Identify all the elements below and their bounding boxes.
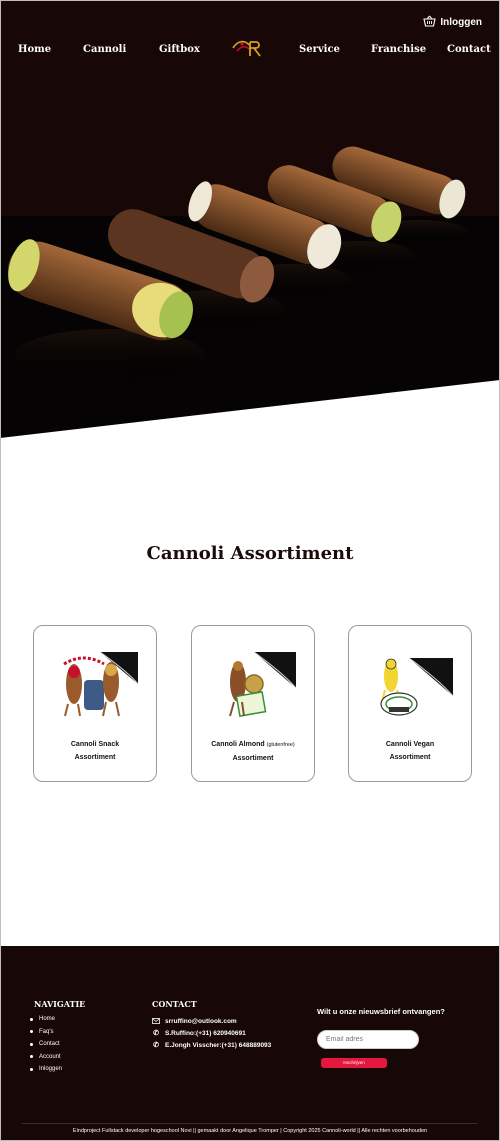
card-note: (glutenfree)	[266, 742, 295, 748]
footer-divider	[22, 1123, 478, 1124]
page-title: Cannoli Assortiment	[146, 543, 354, 564]
contact-phone-2-text: E.Jongh Visscher:(+31) 648889093	[165, 1041, 272, 1049]
card-subtitle: Assortiment	[232, 755, 274, 762]
nav-cannoli[interactable]: Cannoli	[83, 44, 126, 55]
footer-nav-title: NAVIGATIE	[34, 999, 86, 1009]
phone-icon: ✆	[153, 1030, 159, 1037]
footer-nav-login[interactable]: Inloggen	[30, 1063, 62, 1076]
footer-nav-account[interactable]: Account	[30, 1051, 62, 1064]
nav-giftbox[interactable]: Giftbox	[159, 44, 200, 55]
nav-contact[interactable]: Contact	[447, 44, 491, 55]
footer-nav-home[interactable]: Home	[30, 1013, 62, 1026]
footer: NAVIGATIE Home Faq's Contact Account Inl…	[0, 946, 500, 1141]
card-subtitle: Assortiment	[389, 754, 431, 761]
basket-icon	[423, 15, 437, 30]
copyright-text: Eindproject Fullstack developer hogescho…	[72, 1128, 428, 1134]
mail-icon	[152, 1017, 160, 1025]
login-label: Inloggen	[440, 17, 482, 28]
card-label-almond: Cannoli Almond (glutenfree) Assortiment	[196, 738, 310, 765]
nav-service[interactable]: Service	[299, 44, 340, 55]
card-title: Cannoli Snack	[70, 741, 120, 748]
contact-phone-1[interactable]: ✆ S.Ruffino:(+31) 620940691	[152, 1029, 246, 1038]
phone-icon: ✆	[153, 1042, 159, 1049]
card-title: Cannoli Vegan	[385, 741, 435, 748]
contact-email[interactable]: srruffino@outlook.com	[152, 1017, 237, 1025]
hero-cannoli-image	[7, 146, 468, 381]
card-subtitle: Assortiment	[74, 754, 116, 761]
logo[interactable]	[230, 36, 266, 60]
newsletter-email-input[interactable]	[317, 1030, 419, 1049]
hero-header: Inloggen Home Cannoli Giftbox Service Fr…	[0, 0, 500, 440]
cannoli-snack-image	[63, 652, 138, 717]
product-card-vegan[interactable]: Cannoli Vegan Assortiment	[348, 625, 472, 782]
login-link[interactable]: Inloggen	[423, 15, 482, 30]
footer-nav-contact[interactable]: Contact	[30, 1038, 62, 1051]
nav-home[interactable]: Home	[18, 44, 51, 55]
contact-phone-2[interactable]: ✆ E.Jongh Visscher:(+31) 648889093	[152, 1041, 272, 1050]
card-label-vegan: Cannoli Vegan Assortiment	[353, 738, 467, 764]
footer-contact-title: CONTACT	[152, 999, 197, 1009]
contact-phone-1-text: S.Ruffino:(+31) 620940691	[165, 1029, 246, 1037]
product-card-snack[interactable]: Cannoli Snack Assortiment	[33, 625, 157, 782]
footer-nav-list: Home Faq's Contact Account Inloggen	[30, 1013, 62, 1076]
product-card-almond[interactable]: Cannoli Almond (glutenfree) Assortiment	[191, 625, 315, 782]
cannoli-almond-image	[229, 652, 296, 717]
nav-franchise[interactable]: Franchise	[371, 44, 426, 55]
newsletter-question: Wilt u onze nieuwsbrief ontvangen?	[317, 1007, 445, 1016]
footer-nav-faqs[interactable]: Faq's	[30, 1026, 62, 1039]
cannoli-vegan-image	[380, 657, 453, 716]
subscribe-button[interactable]: Inschrijven	[321, 1058, 387, 1068]
card-title: Cannoli Almond	[211, 741, 265, 748]
card-label-snack: Cannoli Snack Assortiment	[38, 738, 152, 764]
contact-email-text: srruffino@outlook.com	[165, 1017, 237, 1025]
